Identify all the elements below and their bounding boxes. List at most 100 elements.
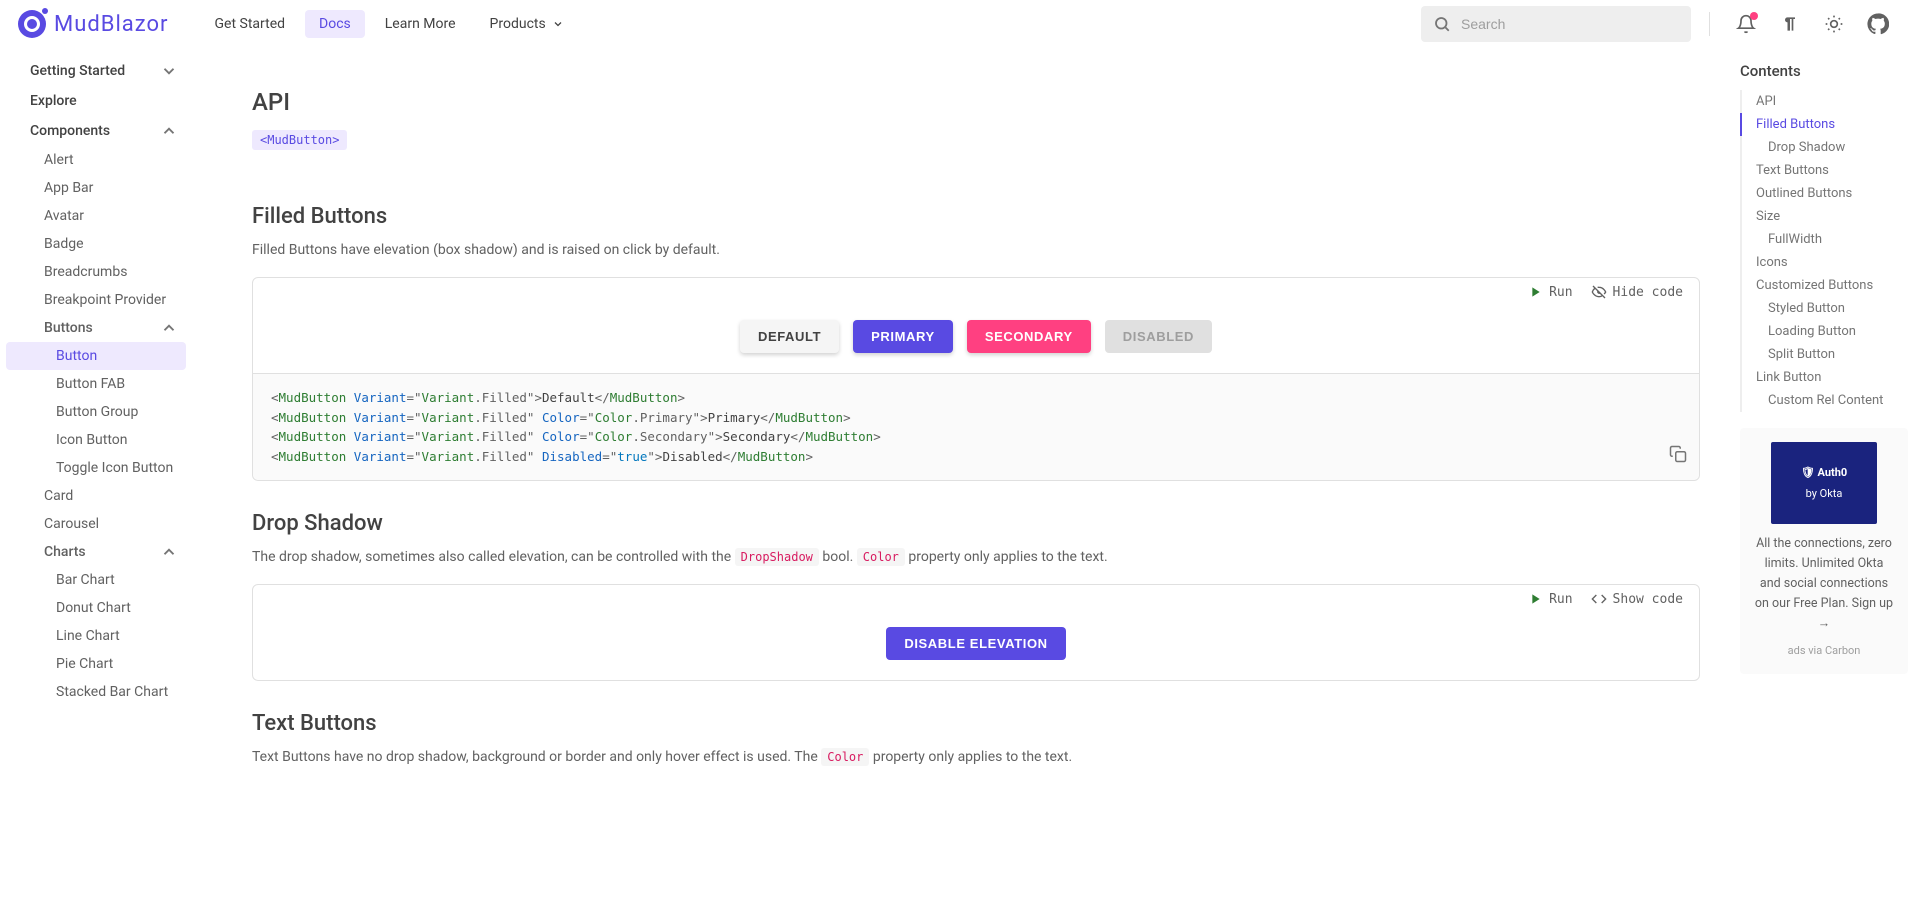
search-input[interactable] xyxy=(1461,16,1679,32)
sun-icon xyxy=(1824,14,1844,34)
api-heading: API xyxy=(252,88,1700,116)
main-content: API <MudButton> Filled Buttons Filled Bu… xyxy=(192,48,1740,919)
sidebar-item-carousel[interactable]: Carousel xyxy=(0,510,192,538)
chevron-up-icon xyxy=(160,122,178,140)
sidebar-item-avatar[interactable]: Avatar xyxy=(0,202,192,230)
nav-item-learn-more[interactable]: Learn More xyxy=(371,10,470,38)
sidebar-item-donut-chart[interactable]: Donut Chart xyxy=(0,594,192,622)
api-tag[interactable]: <MudButton> xyxy=(252,130,347,150)
disable-elevation-button[interactable]: DISABLE ELEVATION xyxy=(886,627,1065,660)
sidebar-item-components[interactable]: Components xyxy=(0,116,192,146)
code-block: <MudButton Variant="Variant.Filled">Defa… xyxy=(253,373,1699,480)
topbar: MudBlazor Get StartedDocsLearn MoreProdu… xyxy=(0,0,1920,48)
toc-item-styled-button[interactable]: Styled Button xyxy=(1742,297,1908,320)
copy-button[interactable] xyxy=(1669,445,1687,468)
drop-shadow-desc: The drop shadow, sometimes also called e… xyxy=(252,546,1700,568)
hide-code-button[interactable]: Hide code xyxy=(1591,284,1683,300)
toc-item-fullwidth[interactable]: FullWidth xyxy=(1742,228,1908,251)
sidebar-item-toggle-icon-button[interactable]: Toggle Icon Button xyxy=(0,454,192,482)
sidebar-item-badge[interactable]: Badge xyxy=(0,230,192,258)
toc-item-text-buttons[interactable]: Text Buttons xyxy=(1742,159,1908,182)
theme-toggle-button[interactable] xyxy=(1816,6,1852,42)
top-nav: Get StartedDocsLearn MoreProducts xyxy=(201,10,578,38)
sidebar-item-icon-button[interactable]: Icon Button xyxy=(0,426,192,454)
chevron-down-icon xyxy=(552,18,564,30)
sidebar-item-getting-started[interactable]: Getting Started xyxy=(0,56,192,86)
sidebar-item-bar-chart[interactable]: Bar Chart xyxy=(0,566,192,594)
toc-title: Contents xyxy=(1740,62,1908,80)
divider xyxy=(1709,12,1710,36)
sidebar-item-explore[interactable]: Explore xyxy=(0,86,192,116)
inline-code: Color xyxy=(857,548,905,566)
sidebar-item-line-chart[interactable]: Line Chart xyxy=(0,622,192,650)
toc-item-api[interactable]: API xyxy=(1742,90,1908,113)
play-icon xyxy=(1527,591,1543,607)
toc-item-split-button[interactable]: Split Button xyxy=(1742,343,1908,366)
nav-item-products[interactable]: Products xyxy=(476,10,578,38)
brand-logo[interactable]: MudBlazor xyxy=(18,10,169,38)
toc-item-loading-button[interactable]: Loading Button xyxy=(1742,320,1908,343)
sidebar-item-pie-chart[interactable]: Pie Chart xyxy=(0,650,192,678)
nav-item-docs[interactable]: Docs xyxy=(305,10,365,38)
run-button[interactable]: Run xyxy=(1527,591,1572,607)
sidebar-item-card[interactable]: Card xyxy=(0,482,192,510)
chevron-up-icon xyxy=(160,543,178,561)
table-of-contents: Contents APIFilled ButtonsDrop ShadowTex… xyxy=(1740,48,1920,919)
ad-text: All the connections, zero limits. Unlimi… xyxy=(1754,534,1894,634)
toc-item-filled-buttons[interactable]: Filled Buttons xyxy=(1740,113,1908,136)
sidebar-item-button[interactable]: Button xyxy=(6,342,186,370)
sidebar-item-breadcrumbs[interactable]: Breadcrumbs xyxy=(0,258,192,286)
toc-item-icons[interactable]: Icons xyxy=(1742,251,1908,274)
toc-item-link-button[interactable]: Link Button xyxy=(1742,366,1908,389)
inline-code: Color xyxy=(821,748,869,766)
show-code-button[interactable]: Show code xyxy=(1591,591,1683,607)
inline-code: DropShadow xyxy=(735,548,819,566)
sidebar-item-button-fab[interactable]: Button FAB xyxy=(0,370,192,398)
logo-icon xyxy=(18,10,46,38)
code-icon xyxy=(1591,591,1607,607)
toc-item-customized-buttons[interactable]: Customized Buttons xyxy=(1742,274,1908,297)
run-label: Run xyxy=(1549,592,1572,607)
secondary-button[interactable]: SECONDARY xyxy=(967,320,1091,353)
brand-name: MudBlazor xyxy=(54,12,169,37)
github-icon xyxy=(1867,13,1889,35)
toc-item-outlined-buttons[interactable]: Outlined Buttons xyxy=(1742,182,1908,205)
notification-dot xyxy=(1750,12,1758,20)
dropshadow-example: Run Show code DISABLE ELEVATION xyxy=(252,584,1700,681)
sidebar-item-button-group[interactable]: Button Group xyxy=(0,398,192,426)
filled-example: Run Hide code DEFAULTPRIMARYSECONDARYDIS… xyxy=(252,277,1700,481)
hide-icon xyxy=(1591,284,1607,300)
sidebar-item-alert[interactable]: Alert xyxy=(0,146,192,174)
search-box[interactable] xyxy=(1421,6,1691,42)
run-label: Run xyxy=(1549,285,1572,300)
toc-item-custom-rel-content[interactable]: Custom Rel Content xyxy=(1742,389,1908,412)
sidebar-item-breakpoint-provider[interactable]: Breakpoint Provider xyxy=(0,286,192,314)
text-buttons-desc: Text Buttons have no drop shadow, backgr… xyxy=(252,746,1700,768)
chevron-up-icon xyxy=(160,319,178,337)
default-button[interactable]: DEFAULT xyxy=(740,320,839,353)
primary-button[interactable]: PRIMARY xyxy=(853,320,953,353)
toc-item-size[interactable]: Size xyxy=(1742,205,1908,228)
sidebar-item-buttons[interactable]: Buttons xyxy=(0,314,192,342)
notifications-button[interactable] xyxy=(1728,6,1764,42)
sidebar-item-app-bar[interactable]: App Bar xyxy=(0,174,192,202)
sidebar-item-stacked-bar-chart[interactable]: Stacked Bar Chart xyxy=(0,678,192,706)
play-icon xyxy=(1527,284,1543,300)
github-button[interactable] xyxy=(1860,6,1896,42)
filled-buttons-desc: Filled Buttons have elevation (box shado… xyxy=(252,239,1700,261)
hide-code-label: Hide code xyxy=(1613,285,1683,300)
show-code-label: Show code xyxy=(1613,592,1683,607)
rtl-toggle-button[interactable] xyxy=(1772,6,1808,42)
chevron-down-icon xyxy=(160,62,178,80)
paragraph-icon xyxy=(1780,14,1800,34)
nav-item-get-started[interactable]: Get Started xyxy=(201,10,300,38)
ad-via: ads via Carbon xyxy=(1754,642,1894,660)
run-button[interactable]: Run xyxy=(1527,284,1572,300)
sidebar: Getting StartedExploreComponentsAlertApp… xyxy=(0,48,192,919)
search-icon xyxy=(1433,15,1451,33)
ad-image: 🛡 Auth0 by Okta xyxy=(1771,442,1877,524)
drop-shadow-heading: Drop Shadow xyxy=(252,511,1700,536)
sidebar-item-charts[interactable]: Charts xyxy=(0,538,192,566)
ad-card[interactable]: 🛡 Auth0 by Okta All the connections, zer… xyxy=(1740,428,1908,674)
toc-item-drop-shadow[interactable]: Drop Shadow xyxy=(1742,136,1908,159)
